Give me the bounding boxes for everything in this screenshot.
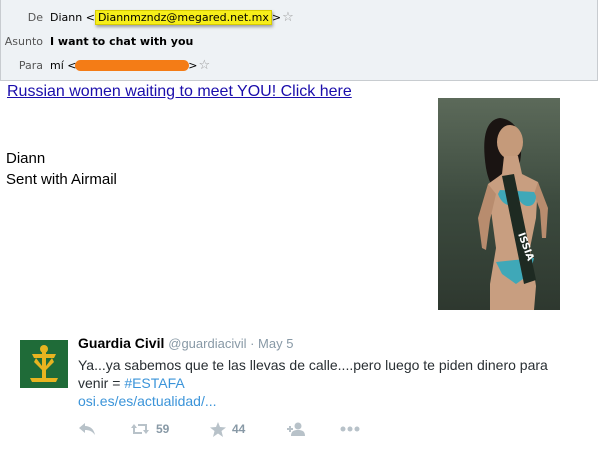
tweet-link[interactable]: osi.es/es/actualidad/...	[78, 393, 217, 409]
retweet-button[interactable]: 59	[130, 418, 169, 440]
to-row: Para mí < s>☆	[1, 56, 597, 76]
from-value[interactable]: Diann < Diannmzndz@megared.net.mx >☆	[50, 8, 294, 28]
promo-photo-illustration: ISSIA	[438, 98, 560, 310]
tweet-text: Ya...ya sabemos que te las llevas de cal…	[78, 356, 578, 410]
retweet-count: 59	[156, 422, 170, 436]
tweet-hashtag[interactable]: #ESTAFA	[124, 375, 184, 391]
subject-label: Asunto	[4, 35, 43, 48]
tweet-handle[interactable]: @guardiacivil	[168, 336, 246, 351]
subject-row: Asunto I want to chat with you	[1, 32, 597, 52]
to-label: Para	[18, 59, 43, 72]
star-icon[interactable]: ☆	[282, 10, 294, 25]
star-icon	[210, 421, 226, 437]
email-header: De Diann < Diannmzndz@megared.net.mx >☆ As…	[0, 0, 598, 81]
from-address[interactable]: Diannmzndz@megared.net.mx	[94, 10, 272, 25]
guardia-civil-logo-icon	[20, 340, 68, 388]
more-button[interactable]	[340, 418, 360, 440]
follow-button[interactable]	[286, 418, 306, 440]
tweet-author[interactable]: Guardia Civil	[78, 335, 164, 351]
signature-line: Sent with Airmail	[6, 171, 117, 188]
signature: Diann Sent with Airmail	[6, 148, 117, 190]
to-value[interactable]: mí < s>☆	[50, 56, 210, 76]
subject-value: I want to chat with you	[50, 35, 194, 48]
promo-photo: ISSIA	[438, 98, 560, 310]
tweet: Guardia Civil @guardiacivil · May 5 Ya..…	[20, 332, 590, 457]
from-name: Diann	[50, 11, 83, 24]
tweet-header: Guardia Civil @guardiacivil · May 5	[78, 335, 294, 351]
signature-name: Diann	[6, 150, 46, 167]
reply-button[interactable]	[78, 418, 96, 440]
from-label: De	[27, 11, 43, 24]
reply-icon	[79, 423, 95, 435]
redaction-mark	[74, 60, 189, 71]
star-icon[interactable]: ☆	[198, 58, 210, 73]
from-row: De Diann < Diannmzndz@megared.net.mx >☆	[1, 8, 597, 28]
to-name: mí	[50, 59, 64, 72]
more-icon	[340, 426, 360, 432]
add-user-icon	[287, 422, 305, 436]
promo-link[interactable]: Russian women waiting to meet YOU! Click…	[7, 83, 352, 101]
avatar[interactable]	[20, 340, 68, 388]
tweet-date[interactable]: May 5	[258, 336, 293, 351]
retweet-icon	[131, 424, 149, 434]
favorite-count: 44	[232, 422, 246, 436]
favorite-button[interactable]: 44	[210, 418, 245, 440]
